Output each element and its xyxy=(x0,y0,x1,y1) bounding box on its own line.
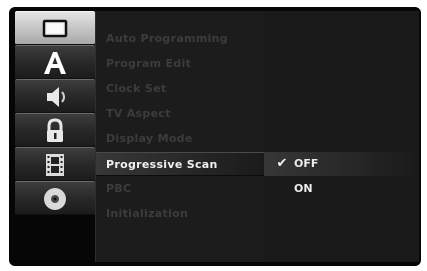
menu-item-program-edit[interactable]: Program Edit xyxy=(96,52,265,76)
option-on-label: ON xyxy=(294,182,313,195)
option-on[interactable]: ON xyxy=(264,177,419,201)
speaker-audio-icon xyxy=(47,87,65,107)
option-off-label: OFF xyxy=(294,157,319,170)
menu-item-initialization[interactable]: Initialization xyxy=(96,202,265,226)
setup-menu-list: Auto Programming Program Edit Clock Set … xyxy=(95,11,265,262)
menu-item-auto-programming[interactable]: Auto Programming xyxy=(96,27,265,51)
padlock-lock-icon xyxy=(47,118,63,142)
tv-screen-icon xyxy=(42,19,68,38)
menu-item-clock-set[interactable]: Clock Set xyxy=(96,77,265,101)
checkmark-icon: ✔ xyxy=(276,156,288,171)
disc-icon xyxy=(44,188,66,210)
menu-item-tv-aspect[interactable]: TV Aspect xyxy=(96,102,265,126)
language-a-icon xyxy=(44,52,66,74)
menu-item-progressive-scan[interactable]: Progressive Scan xyxy=(96,152,265,176)
sidebar-item-lock[interactable] xyxy=(15,113,95,147)
setup-menu-window: Auto Programming Program Edit Clock Set … xyxy=(9,7,421,266)
sidebar-item-disc[interactable] xyxy=(15,181,95,215)
menu-item-pbc[interactable]: PBC xyxy=(96,177,265,201)
sidebar-item-language[interactable] xyxy=(15,45,95,79)
option-list: ✔ OFF ON xyxy=(264,11,419,262)
option-off[interactable]: ✔ OFF xyxy=(264,152,419,176)
screen: Auto Programming Program Edit Clock Set … xyxy=(0,0,427,271)
menu-item-display-mode[interactable]: Display Mode xyxy=(96,127,265,151)
sidebar-item-recording[interactable] xyxy=(15,147,95,181)
sidebar-item-audio[interactable] xyxy=(15,79,95,113)
sidebar-item-general[interactable] xyxy=(15,11,95,45)
film-strip-icon xyxy=(46,154,64,176)
category-sidebar xyxy=(15,11,95,262)
